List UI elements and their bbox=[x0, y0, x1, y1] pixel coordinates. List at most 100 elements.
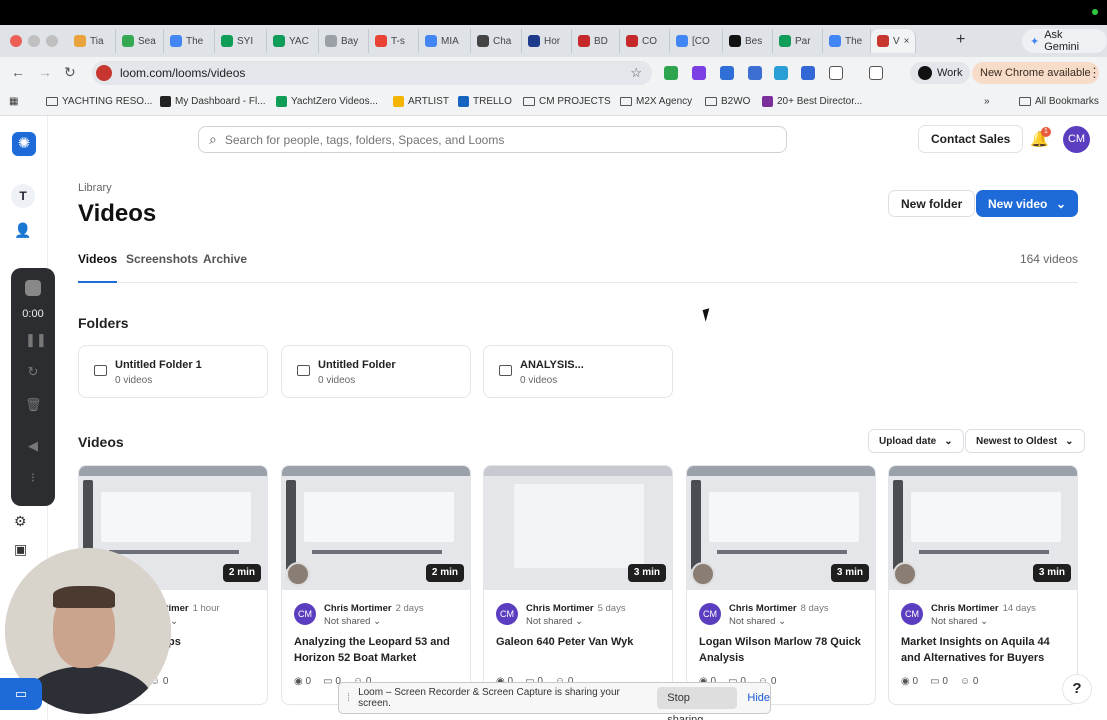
breadcrumb[interactable]: Library bbox=[78, 182, 112, 194]
browser-tab[interactable]: Tia bbox=[68, 29, 116, 53]
more-icon[interactable]: ⁝ bbox=[25, 470, 41, 486]
author-avatar[interactable]: CM bbox=[901, 603, 923, 625]
browser-tab[interactable]: YAC bbox=[267, 29, 319, 53]
bookmark-item[interactable]: B2WO bbox=[705, 96, 750, 107]
video-thumbnail[interactable]: 3 min bbox=[687, 466, 875, 590]
folder-card[interactable]: Untitled Folder 1 0 videos bbox=[78, 345, 268, 398]
extension-icon[interactable] bbox=[801, 66, 815, 80]
browser-tab[interactable]: Bes bbox=[723, 29, 773, 53]
video-thumbnail[interactable]: 3 min bbox=[484, 466, 672, 590]
video-thumbnail[interactable]: 3 min bbox=[889, 466, 1077, 590]
chrome-update-button[interactable]: New Chrome available bbox=[972, 62, 1099, 84]
bookmark-item[interactable]: YachtZero Videos... bbox=[276, 96, 378, 107]
extension-new-icon[interactable] bbox=[664, 66, 678, 80]
sort-order-dropdown[interactable]: Newest to Oldest ⌄ bbox=[965, 429, 1085, 453]
tab-screenshots[interactable]: Screenshots bbox=[126, 252, 198, 283]
video-title[interactable]: Market Insights on Aquila 44 and Alternat… bbox=[901, 634, 1073, 666]
cast-icon[interactable] bbox=[869, 66, 883, 80]
browser-tab[interactable]: The bbox=[823, 29, 871, 53]
new-video-button[interactable]: New video ⌄ bbox=[976, 190, 1078, 217]
forward-icon[interactable]: → bbox=[38, 64, 52, 80]
bookmark-item[interactable]: 20+ Best Director... bbox=[762, 96, 862, 107]
browser-tab[interactable]: Cha bbox=[471, 29, 522, 53]
author-avatar[interactable]: CM bbox=[699, 603, 721, 625]
browser-tab[interactable]: T-s bbox=[369, 29, 419, 53]
bookmark-star-icon[interactable]: ☆ bbox=[630, 65, 642, 81]
close-tab-icon[interactable]: × bbox=[904, 36, 910, 47]
bookmark-item[interactable]: YACHTING RESO... bbox=[46, 96, 152, 107]
browser-tab[interactable]: MIA bbox=[419, 29, 471, 53]
browser-tab[interactable]: V × bbox=[871, 29, 916, 53]
hide-share-bar-button[interactable]: Hide bbox=[747, 692, 770, 704]
browser-tab[interactable]: SYI bbox=[215, 29, 267, 53]
minimize-window-icon[interactable] bbox=[28, 35, 40, 47]
help-button[interactable]: ? bbox=[1062, 674, 1092, 704]
tab-videos[interactable]: Videos bbox=[78, 252, 118, 283]
author-avatar[interactable]: CM bbox=[294, 603, 316, 625]
tab-archive[interactable]: Archive bbox=[203, 252, 247, 283]
workspace-badge[interactable]: T bbox=[11, 184, 35, 208]
extension-icon[interactable] bbox=[748, 66, 762, 80]
video-title[interactable]: Analyzing the Leopard 53 and Horizon 52 B… bbox=[294, 634, 466, 666]
back-icon[interactable]: ← bbox=[11, 64, 25, 80]
drag-handle-icon[interactable]: ⁞ bbox=[347, 692, 350, 704]
search-input[interactable] bbox=[224, 132, 725, 147]
address-bar[interactable]: loom.com/looms/videos ☆ bbox=[92, 61, 652, 85]
new-folder-button[interactable]: New folder bbox=[888, 190, 976, 217]
extension-icon[interactable] bbox=[774, 66, 788, 80]
browser-tab[interactable]: CO bbox=[620, 29, 670, 53]
browser-tab[interactable]: The bbox=[164, 29, 215, 53]
bookmark-item[interactable]: M2X Agency bbox=[620, 96, 692, 107]
delete-icon[interactable]: 🗑 bbox=[25, 397, 42, 413]
user-avatar[interactable]: CM bbox=[1063, 126, 1090, 153]
bookmark-item[interactable]: TRELLO bbox=[458, 96, 512, 107]
ask-gemini-button[interactable]: ✦ Ask Gemini bbox=[1022, 29, 1107, 53]
loom-logo-icon[interactable]: ✺ bbox=[12, 132, 36, 156]
author-avatar[interactable]: CM bbox=[496, 603, 518, 625]
draw-icon[interactable]: ◀ bbox=[25, 438, 41, 454]
bookmark-item[interactable]: ARTLIST bbox=[393, 96, 449, 107]
extension-icon[interactable] bbox=[692, 66, 706, 80]
search-bar[interactable]: ⌕ bbox=[198, 126, 787, 153]
invite-user-icon[interactable]: 👤 bbox=[14, 222, 31, 239]
extension-icon[interactable] bbox=[720, 66, 734, 80]
browser-tab[interactable]: Sea bbox=[116, 29, 164, 53]
more-bookmarks-icon[interactable]: » bbox=[984, 96, 990, 107]
browser-tab[interactable]: Par bbox=[773, 29, 823, 53]
all-bookmarks-button[interactable]: All Bookmarks bbox=[1019, 96, 1099, 107]
sharing-dropdown[interactable]: Not shared ⌄ bbox=[729, 616, 786, 627]
video-card[interactable]: 3 min CM Chris Mortimer 8 days Not shared ⌄ L… bbox=[686, 465, 876, 705]
extensions-puzzle-icon[interactable] bbox=[829, 66, 843, 80]
reload-icon[interactable]: ↻ bbox=[64, 64, 76, 81]
browser-tab[interactable]: Bay bbox=[319, 29, 369, 53]
camera-toggle-icon[interactable]: ▭ bbox=[0, 678, 42, 710]
video-card[interactable]: 3 min CM Chris Mortimer 14 days Not shared ⌄… bbox=[888, 465, 1078, 705]
folder-card[interactable]: ANALYSIS... 0 videos bbox=[483, 345, 673, 398]
stop-sharing-button[interactable]: Stop sharing bbox=[657, 687, 738, 720]
browser-menu-icon[interactable]: ⋮ bbox=[1088, 65, 1101, 81]
bookmark-item[interactable]: CM PROJECTS bbox=[523, 96, 611, 107]
browser-tab[interactable]: BD bbox=[572, 29, 620, 53]
sort-field-dropdown[interactable]: Upload date ⌄ bbox=[868, 429, 964, 453]
restart-icon[interactable]: ↻ bbox=[25, 364, 41, 380]
video-thumbnail[interactable]: 2 min bbox=[282, 466, 470, 590]
settings-gear-icon[interactable]: ⚙ bbox=[14, 513, 27, 530]
sharing-dropdown[interactable]: Not shared ⌄ bbox=[324, 616, 381, 627]
zoom-window-icon[interactable] bbox=[46, 35, 58, 47]
profile-button[interactable]: Work bbox=[910, 62, 971, 84]
video-card[interactable]: 2 min CM Chris Mortimer 2 days Not shared ⌄ A… bbox=[281, 465, 471, 705]
sharing-dropdown[interactable]: Not shared ⌄ bbox=[931, 616, 988, 627]
browser-tab[interactable]: [CO bbox=[670, 29, 723, 53]
close-window-icon[interactable] bbox=[10, 35, 22, 47]
bookmark-item[interactable]: My Dashboard - Fl... bbox=[160, 96, 266, 107]
sharing-dropdown[interactable]: Not shared ⌄ bbox=[526, 616, 583, 627]
video-card[interactable]: 3 min CM Chris Mortimer 5 days Not shared ⌄ G… bbox=[483, 465, 673, 705]
video-title[interactable]: Galeon 640 Peter Van Wyk bbox=[496, 634, 668, 650]
stop-recording-button[interactable] bbox=[25, 280, 41, 296]
browser-tab[interactable]: Hor bbox=[522, 29, 572, 53]
apps-grid-icon[interactable]: ▦ bbox=[9, 96, 18, 107]
video-title[interactable]: Logan Wilson Marlow 78 Quick Analysis bbox=[699, 634, 871, 666]
pause-icon[interactable]: ❚❚ bbox=[25, 332, 47, 348]
contact-sales-button[interactable]: Contact Sales bbox=[918, 125, 1024, 153]
site-info-icon[interactable] bbox=[96, 65, 112, 81]
